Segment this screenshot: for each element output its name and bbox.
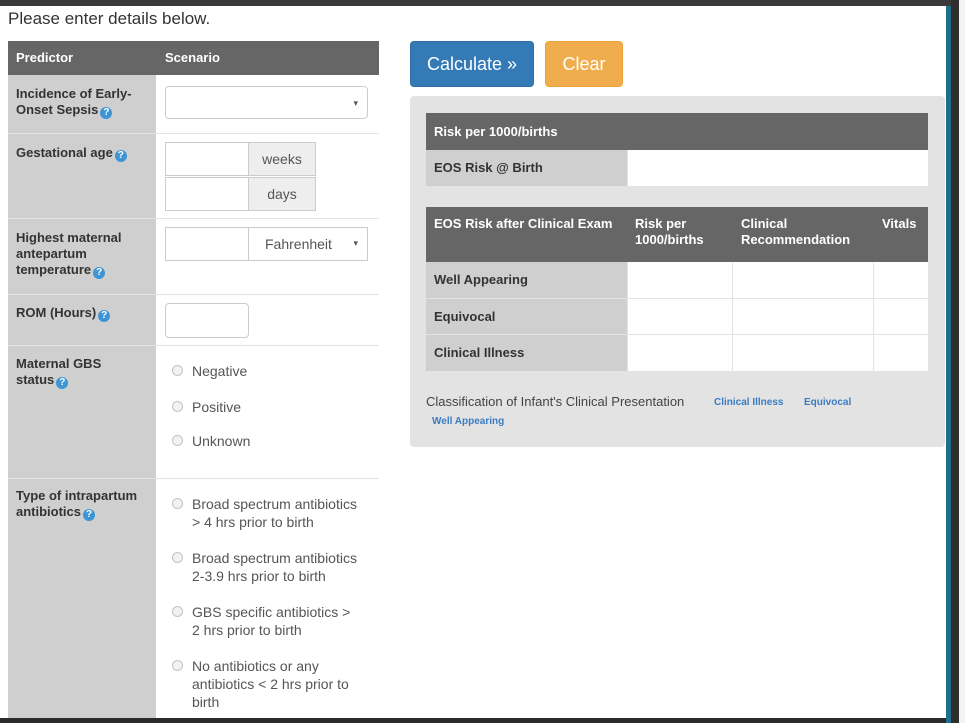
risk-table-header: Risk per 1000/births <box>426 113 928 150</box>
exam-cell <box>628 299 732 334</box>
temperature-unit-value: Fahrenheit <box>265 236 332 252</box>
window-bottom-border <box>0 718 946 723</box>
radio-button[interactable] <box>172 498 183 509</box>
window-right-edge <box>959 0 965 723</box>
incidence-select[interactable]: ▾ <box>165 86 368 119</box>
radio-button[interactable] <box>172 660 183 671</box>
gbs-label: Maternal GBS status? <box>16 356 102 389</box>
predictor-header: Predictor <box>16 50 74 65</box>
legend-link-well-appearing[interactable]: Well Appearing <box>432 416 504 427</box>
radio-button[interactable] <box>172 552 183 563</box>
help-icon[interactable]: ? <box>98 310 111 322</box>
rom-input[interactable] <box>165 303 249 338</box>
chevron-down-icon: ▾ <box>353 98 358 108</box>
intro-text: Please enter details below. <box>8 9 211 28</box>
exam-cell <box>628 262 732 298</box>
row-divider <box>8 218 379 219</box>
help-icon[interactable]: ? <box>114 150 127 162</box>
exam-cell <box>733 262 873 298</box>
radio-button[interactable] <box>172 365 183 376</box>
gestational-age-label: Gestational age? <box>16 145 154 162</box>
exam-cell <box>733 299 873 334</box>
scenario-header: Scenario <box>165 50 220 65</box>
exam-cell <box>874 299 928 334</box>
clear-button[interactable]: Clear <box>545 41 623 87</box>
row-divider <box>8 133 379 134</box>
exam-cell <box>874 335 928 371</box>
calculate-button[interactable]: Calculate » <box>410 41 534 87</box>
form-header-row: Predictor Scenario <box>8 41 379 75</box>
chevron-down-icon: ▾ <box>353 238 358 248</box>
exam-cell <box>628 335 732 371</box>
window-right-border <box>951 0 959 723</box>
legend-link-clinical-illness[interactable]: Clinical Illness <box>714 397 783 408</box>
days-unit: days <box>248 177 316 211</box>
exam-cell <box>733 335 873 371</box>
radio-button[interactable] <box>172 435 183 446</box>
days-input[interactable] <box>165 177 249 211</box>
temperature-input[interactable] <box>165 227 249 261</box>
antibiotics-label: Type of intrapartum antibiotics? <box>16 488 138 521</box>
help-icon[interactable]: ? <box>93 267 106 279</box>
exam-row-label-illness: Clinical Illness <box>426 335 627 371</box>
row-divider <box>8 478 379 479</box>
help-icon[interactable]: ? <box>83 509 96 521</box>
predictor-column <box>8 75 156 718</box>
help-icon[interactable]: ? <box>100 107 113 119</box>
incidence-label: Incidence of Early-Onset Sepsis? <box>16 86 132 119</box>
predictor-form: Predictor Scenario Incidence of Early-On… <box>8 41 379 718</box>
classification-label: Classification of Infant's Clinical Pres… <box>426 394 685 409</box>
temperature-label: Highest maternal antepartum temperature? <box>16 230 122 279</box>
exam-table-header-recommendation: Clinical Recommendation <box>733 207 874 262</box>
exam-table-header-risk: Risk per 1000/births <box>627 207 733 262</box>
exam-table-header-vitals: Vitals <box>874 207 928 262</box>
exam-row-label-well: Well Appearing <box>426 262 627 298</box>
weeks-unit: weeks <box>248 142 316 176</box>
exam-row-label-equivocal: Equivocal <box>426 299 627 334</box>
radio-button[interactable] <box>172 401 183 412</box>
window-top-border <box>0 0 965 6</box>
eos-risk-birth-label: EOS Risk @ Birth <box>426 150 627 186</box>
exam-table-header-eos: EOS Risk after Clinical Exam <box>426 207 627 262</box>
rom-label: ROM (Hours)? <box>16 305 154 322</box>
weeks-input[interactable] <box>165 142 249 176</box>
radio-button[interactable] <box>172 606 183 617</box>
exam-cell <box>874 262 928 298</box>
help-icon[interactable]: ? <box>56 377 69 389</box>
row-divider <box>8 294 379 295</box>
temperature-unit-select[interactable]: Fahrenheit ▾ <box>248 227 368 261</box>
eos-risk-birth-value <box>628 150 928 186</box>
row-divider <box>8 345 379 346</box>
legend-link-equivocal[interactable]: Equivocal <box>804 397 851 408</box>
